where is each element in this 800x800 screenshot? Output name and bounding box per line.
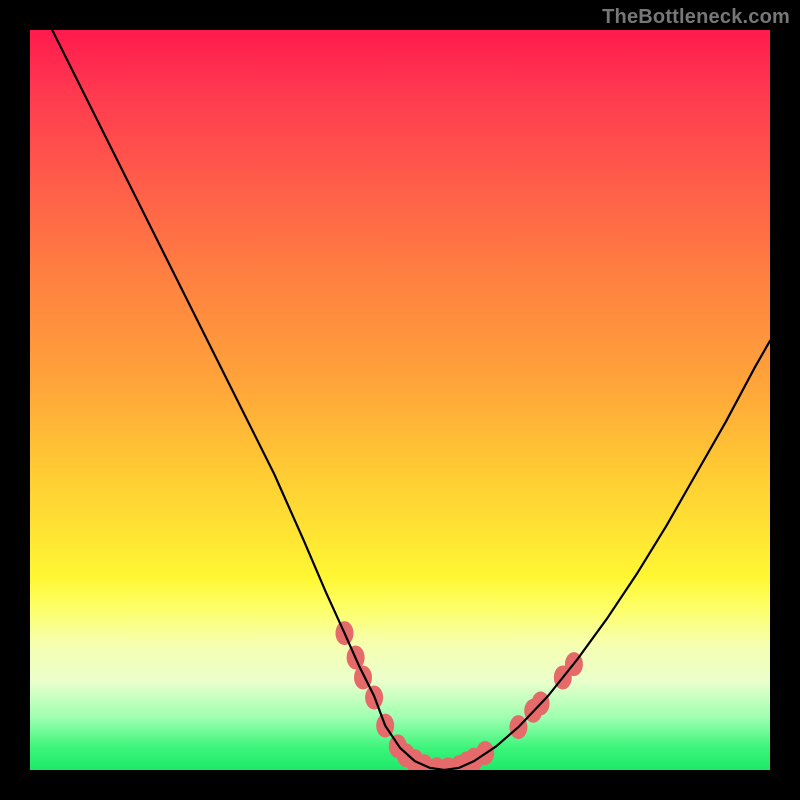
chart-frame: TheBottleneck.com [0, 0, 800, 800]
plot-area [30, 30, 770, 770]
curve-svg [30, 30, 770, 770]
marker-group [336, 621, 583, 770]
bottleneck-curve [52, 30, 770, 770]
watermark-text: TheBottleneck.com [602, 6, 790, 29]
